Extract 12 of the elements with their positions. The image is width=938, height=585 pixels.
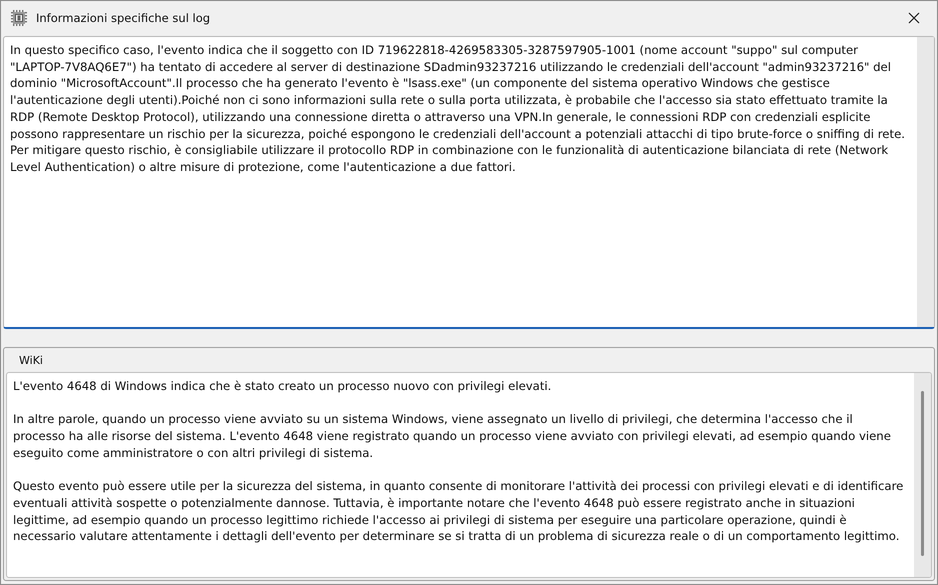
wiki-paragraph: L'evento 4648 di Windows indica che è stato creato un processo nuovo con privilegi elevati.	[13, 378, 552, 395]
log-description: In questo specifico caso, l'evento indica che il soggetto con ID 719622818-4269583305-3287597905-1001 (nome account "suppo" sul computer "LAPTOP-7V8AQ6E7") ha tentato di accedere al server di destinazione SDadmin93237216 utilizzando le credenziali dell'account "admin93237216" del dominio "MicrosoftAccount".Il processo che ha generato l'evento è "lsass.exe" (un componente del sistema operativo Windows che gestisce l'autenticazione degli utenti).Poiché non ci sono informazioni sulla rete o sulla porta utilizzata, è probabile che l'accesso sia stato effettuato tramite la RDP (Remote Desktop Protocol), utilizzando una connessione diretta o attraverso una VPN.In generale, le connessioni RDP con credenziali esplicite possono rappresentare un rischio per la sicurezza, poiché espongono le credenziali dell'account a potenziali attacchi di tipo brute-force o sniffing di rete. Per mitigare questo rischio, è consigliabile utilizzare il protocollo RDP in combinazione con le funzionalità di autenticazione bilanciata di rete (Network Level Authentication) o altre misure di protezione, come l'autenticazione a due fattori.	[9, 42, 906, 176]
scrollbar[interactable]	[917, 37, 934, 327]
chip-icon	[11, 10, 27, 26]
close-icon	[908, 12, 920, 24]
scrollbar[interactable]	[914, 373, 931, 577]
wiki-paragraph: In altre parole, quando un processo viene avviato su un sistema Windows, viene assegnato un livello di privilegi, che determina l'accesso che il processo ha alle risorse del sistema. L'evento 4648 viene registrato quando un processo viene avviato con privilegi elevati, ad esempio quando viene eseguito come amministratore o con altri privilegi di sistema.	[13, 411, 892, 462]
log-text-area[interactable]	[3, 36, 935, 329]
wiki-paragraph: Questo evento può essere utile per la sicurezza del sistema, in quanto consente di monitorare l'attività dei processi con privilegi elevati e di identificare eventuali attività sospette o potenzialmente dannose. Tuttavia, è importante notare che l'evento 4648 può essere registrato anche in situazioni legittime, ad esempio quando un processo legittimo richiede l'accesso ai privilegi di sistema per eseguire una particolare operazione, quindi è necessario valutare attentamente i dettagli dell'evento per determinare se si tratta di un problema di sicurezza reale o di un comportamento legittimo.	[13, 478, 904, 545]
scrollbar-thumb[interactable]	[921, 391, 924, 556]
wiki-title: WiKi	[19, 354, 43, 366]
window-title: Informazioni specifiche sul log	[36, 10, 210, 24]
